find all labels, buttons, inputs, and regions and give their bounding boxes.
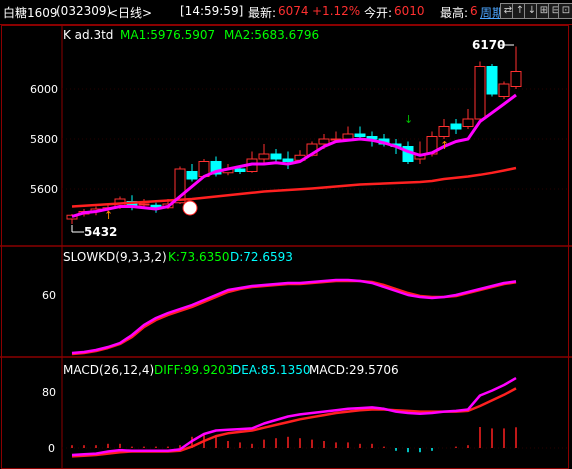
period-label: <日线> [108,6,153,20]
buy-arrow-icon: ↑ [104,209,113,222]
high-label: 最高: [440,6,469,20]
candle-body [486,66,498,95]
symbol-name: 白糖1609 [3,6,58,20]
buy-arrow-icon: ↑ [440,139,449,152]
candle-body [138,203,150,206]
futures-chart: K ad.3td MA1:5976.5907 MA2:5683.6796 SLO… [0,25,572,469]
high-value: 6 [470,4,478,18]
ytick-kd-60: 60 [42,289,56,302]
ytick-5800: 5800 [30,133,58,146]
candle-body [498,83,510,97]
latest-value: 6074 [278,4,309,18]
candle-body [450,123,462,130]
change-pct: +1.12% [312,4,361,18]
ytick-6000: 6000 [30,83,58,96]
candle-body [258,153,270,160]
smiley-icon [182,200,198,216]
low-annotation: 5432 [84,225,117,239]
candle-body [474,66,486,120]
ytick-macd-0: 0 [48,442,55,455]
ytick-5600: 5600 [30,183,58,196]
time-label: [14:59:59] [180,4,244,18]
candle-body [438,126,450,137]
d-label: D:72.6593 [230,250,293,264]
quote-header: 白糖1609 (032309) <日线> [14:59:59] 最新: 6074… [0,0,572,25]
ma2-label: MA2:5683.6796 [224,28,319,42]
window-icon[interactable]: ⊡ [558,3,572,19]
candle-body [510,71,522,87]
candle-body [354,133,366,137]
kline-title: K ad.3td [63,28,113,42]
macd-label: MACD:29.5706 [309,363,399,377]
candle-body [270,153,282,160]
diff-label: DIFF:99.9203 [154,363,233,377]
candle-body [318,138,330,145]
latest-label: 最新: [248,6,277,20]
candle-body [282,158,294,162]
ma1-label: MA1:5976.5907 [120,28,215,42]
sell-arrow-icon: ↓ [404,113,413,126]
open-label: 今开: [364,6,393,20]
dea-label: DEA:85.1350 [232,363,311,377]
candle-body [234,168,246,172]
kd-title: SLOWKD(9,3,3,2) [63,250,167,264]
candle-body [342,133,354,140]
open-value: 6010 [394,4,425,18]
ytick-macd-80: 80 [42,386,56,399]
candle-body [186,171,198,180]
macd-title: MACD(26,12,4) [63,363,154,377]
k-label: K:73.6350 [168,250,230,264]
candle-body [462,118,474,127]
symbol-code: (032309) [56,4,112,18]
